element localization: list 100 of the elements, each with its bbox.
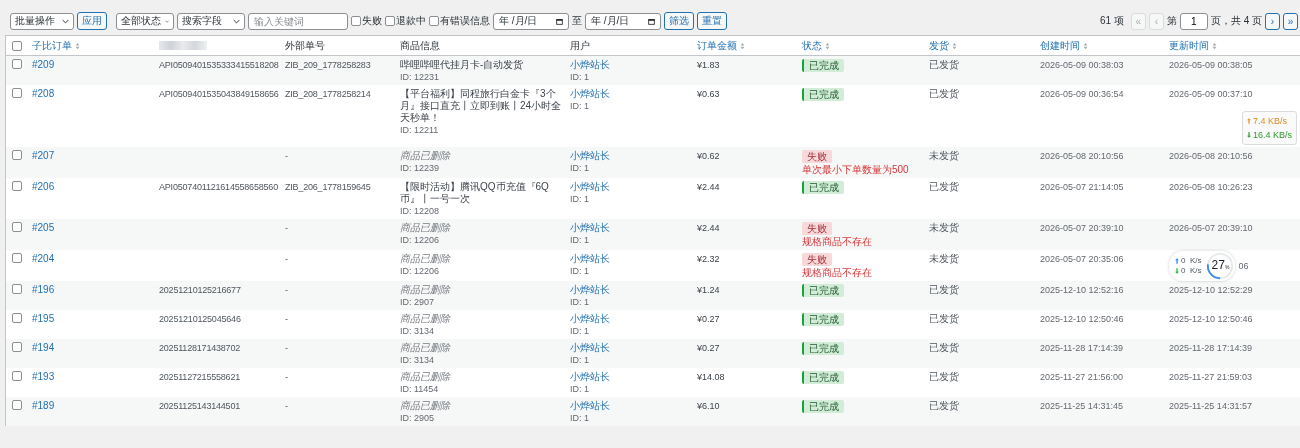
order-link[interactable]: #206 [32,181,55,193]
table-cell: 2025-11-28 17:14:39 [1040,342,1123,354]
apply-button[interactable]: 应用 [77,12,107,30]
table-cell: ¥0.27 [697,313,720,325]
order-link[interactable]: #204 [32,253,55,265]
order-link[interactable]: #194 [32,342,55,354]
user-link[interactable]: 小烨站长 [570,150,610,162]
row-checkbox[interactable] [12,400,22,410]
order-link[interactable]: #209 [32,59,55,71]
table-cell: 已发货 [929,371,959,383]
status-select[interactable]: 全部状态 [116,12,174,30]
last-page-button[interactable]: » [1283,12,1298,30]
column-header[interactable]: 更新时间 [1169,39,1209,52]
row-checkbox[interactable] [12,342,22,352]
order-link[interactable]: #195 [32,313,55,325]
user-link[interactable]: 小烨站长 [570,222,610,234]
table-cell: 2026-05-09 00:36:54 [1040,88,1124,100]
user-link[interactable]: 小烨站长 [570,284,610,296]
table-cell: 06 [1238,259,1249,272]
row-checkbox[interactable] [12,313,22,323]
up-arrow-icon [1175,257,1179,264]
status-badge: 已完成 [802,284,844,297]
user-id: ID: 1 [570,326,589,337]
user-link[interactable]: 小烨站长 [570,181,610,193]
table-cell: - [285,222,288,234]
status-badge: 已完成 [802,88,844,101]
filter-checkbox[interactable] [385,16,395,26]
table-cell: 2026-05-09 00:38:05 [1169,59,1253,71]
upload-speed: 0 K/s [1181,256,1202,265]
table-cell: 未发货 [929,150,959,162]
table-cell: 2026-05-07 20:39:10 [1040,222,1124,234]
date-from-field[interactable]: 年 /月/日 [493,12,569,30]
page-label: 第 [1166,14,1177,28]
date-to-field[interactable]: 年 /月/日 [585,12,661,30]
status-badge: 已完成 [802,313,844,326]
page-number-field[interactable]: 1 [1179,12,1208,30]
user-link[interactable]: 小烨站长 [570,342,610,354]
row-checkbox[interactable] [12,284,22,294]
select-all-checkbox[interactable] [12,40,22,51]
calendar-icon [648,17,655,25]
user-link[interactable]: 小烨站长 [570,88,610,100]
row-checkbox[interactable] [12,150,22,160]
upload-speed: 7.4 KB/s [1252,115,1287,127]
down-arrow-icon [1175,267,1179,274]
product-id: ID: 2907 [400,297,435,308]
product-id: ID: 12239 [400,163,440,174]
status-badge: 失败 [802,222,832,235]
filter-checkbox[interactable] [351,16,361,26]
column-header[interactable]: 子比订单 [32,39,72,52]
table-cell: - [285,253,288,265]
table-cell: 20251127215558621 [159,371,241,383]
status-badge: 已完成 [802,400,844,413]
user-link[interactable]: 小烨站长 [570,253,610,265]
user-link[interactable]: 小烨站长 [570,400,610,412]
table-cell: ZIB_208_1778258214 [285,88,371,100]
row-checkbox[interactable] [12,181,22,191]
table-cell: 2025-12-10 12:50:46 [1040,313,1124,325]
chevron-down-icon [233,18,240,24]
order-link[interactable]: #208 [32,88,55,100]
row-checkbox[interactable] [12,59,22,69]
order-link[interactable]: #189 [32,400,55,412]
down-arrow-icon [1246,132,1251,138]
bulk-action-select[interactable]: 批量操作 [10,12,74,30]
table-cell: ¥1.83 [697,59,720,71]
filter-button[interactable]: 筛选 [664,12,694,30]
row-checkbox[interactable] [12,88,22,98]
product-name: 商品已删除 [400,150,450,162]
user-link[interactable]: 小烨站长 [570,59,610,71]
column-header[interactable]: 订单金额 [697,39,737,52]
table-cell: ¥0.27 [697,342,720,354]
table-cell: 未发货 [929,222,959,234]
table-cell: - [285,371,288,383]
product-id: ID: 12231 [400,72,440,83]
row-checkbox[interactable] [12,222,22,232]
user-link[interactable]: 小烨站长 [570,313,610,325]
order-link[interactable]: #196 [32,284,55,296]
product-name: 商品已删除 [400,253,450,265]
table-cell: ¥0.63 [697,88,720,100]
product-name: 商品已删除 [400,342,450,354]
user-id: ID: 1 [570,297,589,308]
table-cell: API0509401535333415518208 [159,59,279,71]
order-link[interactable]: #193 [32,371,55,383]
product-id: ID: 12208 [400,206,440,217]
table-cell: 2026-05-08 20:10:56 [1040,150,1124,162]
keyword-field[interactable]: 输入关键词 [248,12,348,30]
row-checkbox[interactable] [12,253,22,263]
error-message: 单次最小下单数量为500 [802,164,909,176]
column-header[interactable]: 状态 [802,39,822,52]
table-cell: 未发货 [929,253,959,265]
next-page-button[interactable]: › [1265,12,1280,30]
filter-checkbox[interactable] [429,16,439,26]
order-link[interactable]: #207 [32,150,55,162]
column-header[interactable]: 发货 [929,39,949,52]
user-link[interactable]: 小烨站长 [570,371,610,383]
column-header[interactable]: 创建时间 [1040,39,1080,52]
row-checkbox[interactable] [12,371,22,381]
reset-button[interactable]: 重置 [697,12,727,30]
status-badge: 已完成 [802,59,844,72]
search-field-select[interactable]: 搜索字段 [177,12,245,30]
order-link[interactable]: #205 [32,222,55,234]
